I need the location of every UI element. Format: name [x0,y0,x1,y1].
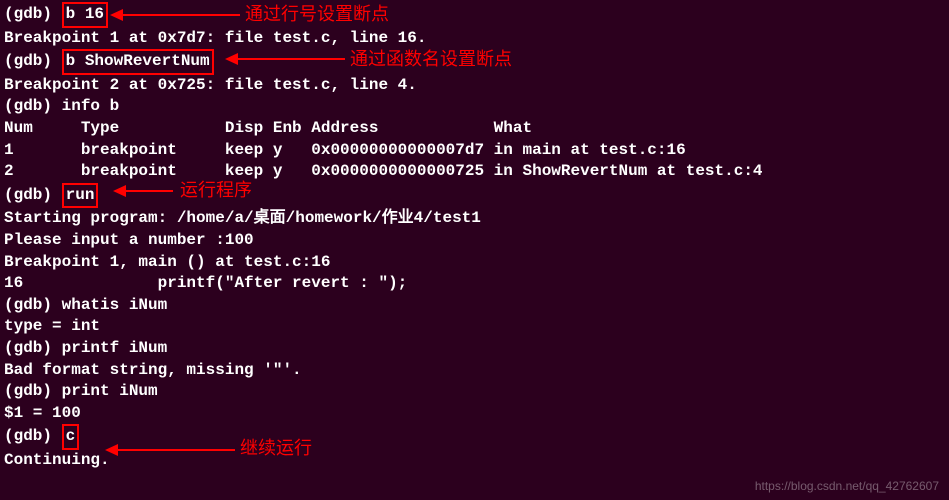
watermark: https://blog.csdn.net/qq_42762607 [755,478,939,494]
output-line-4: Breakpoint 2 at 0x725: file test.c, line… [4,75,945,97]
cmd-run: run [62,183,99,209]
cmd-breakpoint-function: b ShowRevertNum [62,49,214,75]
output-line-8: 2 breakpoint keep y 0x0000000000000725 i… [4,161,945,183]
gdb-line-5[interactable]: (gdb) info b [4,96,945,118]
gdb-prompt: (gdb) [4,427,62,445]
gdb-line-17[interactable]: (gdb) printf iNum [4,338,945,360]
annotation-run: 运行程序 [180,178,252,202]
cmd-breakpoint-line: b 16 [62,2,108,28]
annotation-continue: 继续运行 [240,436,312,460]
output-line-18: Bad format string, missing '"'. [4,360,945,382]
output-line-2: Breakpoint 1 at 0x7d7: file test.c, line… [4,28,945,50]
cmd-continue: c [62,424,80,450]
output-line-11: Please input a number :100 [4,230,945,252]
gdb-line-9[interactable]: (gdb) run [4,183,945,209]
annotation-breakpoint-line: 通过行号设置断点 [245,2,389,26]
gdb-line-21[interactable]: (gdb) c [4,424,945,450]
gdb-line-1[interactable]: (gdb) b 16 [4,2,945,28]
gdb-prompt: (gdb) [4,186,62,204]
output-line-16: type = int [4,316,945,338]
output-line-14: 16 printf("After revert : "); [4,273,945,295]
output-line-6: Num Type Disp Enb Address What [4,118,945,140]
gdb-prompt: (gdb) [4,52,62,70]
terminal-output: (gdb) b 16 Breakpoint 1 at 0x7d7: file t… [4,2,945,471]
output-line-7: 1 breakpoint keep y 0x00000000000007d7 i… [4,140,945,162]
output-line-20: $1 = 100 [4,403,945,425]
gdb-prompt: (gdb) [4,5,62,23]
output-line-13: Breakpoint 1, main () at test.c:16 [4,252,945,274]
output-line-10: Starting program: /home/a/桌面/homework/作业… [4,208,945,230]
output-line-22: Continuing. [4,450,945,472]
annotation-breakpoint-function: 通过函数名设置断点 [350,47,512,71]
gdb-line-19[interactable]: (gdb) print iNum [4,381,945,403]
gdb-line-15[interactable]: (gdb) whatis iNum [4,295,945,317]
